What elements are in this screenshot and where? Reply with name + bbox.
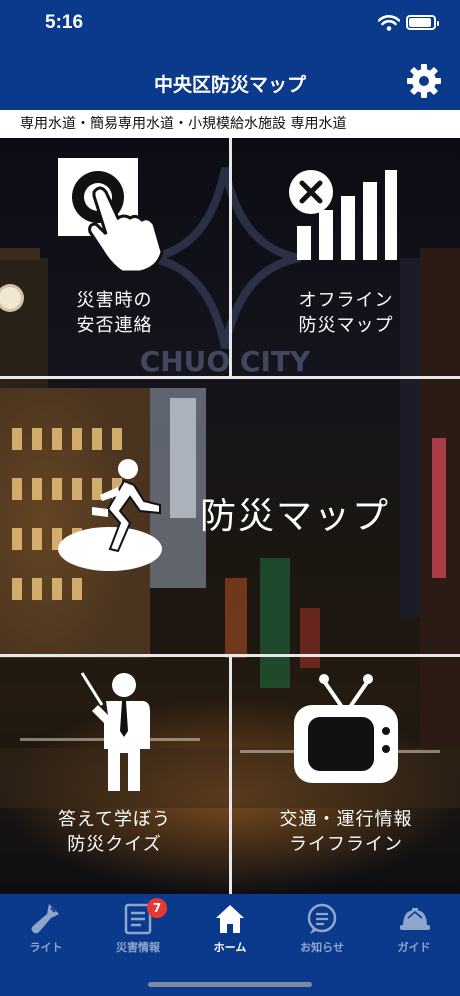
tab-home[interactable]: ホーム [184,894,276,966]
gear-icon[interactable] [405,62,443,100]
tab-light[interactable]: ライト [0,894,92,966]
tile-label: 交通・運行情報 ライフライン [232,807,460,857]
tab-label: ホーム [213,941,247,954]
tile-label: オフライン 防災マップ [232,288,460,338]
evacuation-run-icon [58,459,162,571]
tab-bar: ライト 7 災害情報 ホーム お知らせ ガイド [0,894,460,996]
home-icon [216,905,244,933]
news-ticker[interactable]: 専用水道・簡易専用水道・小規模給水施設 専用水道 [0,110,460,138]
nav-bar: 中央区防災マップ [0,52,460,110]
tab-disaster-info[interactable]: 7 災害情報 [92,894,184,966]
no-signal-icon [289,170,397,260]
helmet-icon [400,908,430,930]
touch-button-icon [58,158,164,274]
tile-safety-confirmation[interactable]: 災害時の 安否連絡 [0,138,229,376]
tile-offline-map[interactable]: オフライン 防災マップ [232,138,460,376]
tile-label-line: ライフライン [289,834,403,855]
status-time: 5:16 [45,12,84,33]
tab-label: ライト [29,941,63,954]
home-menu: CHUO CITY 災害時の 安否連絡 オフライン 防災マップ 防災マップ 答え… [0,138,460,894]
tab-guide[interactable]: ガイド [368,894,460,966]
tile-label-line: 答えて学ぼう [57,809,172,830]
tile-label-line: 交通・運行情報 [279,809,413,830]
battery-icon [406,15,439,30]
tile-disaster-quiz[interactable]: 答えて学ぼう 防災クイズ [0,657,229,894]
home-indicator[interactable] [148,982,312,987]
tile-disaster-map[interactable]: 防災マップ [0,379,460,654]
tile-label-line: 防災クイズ [67,834,162,855]
wifi-icon [378,15,400,31]
tab-label: ガイド [397,941,431,954]
television-icon [294,674,398,783]
tab-label: お知らせ [300,941,344,954]
flashlight-icon [31,904,59,934]
notification-badge: 7 [147,898,167,918]
chat-bubble-icon [307,903,337,934]
tile-label-line: 災害時の [76,290,153,311]
status-bar: 5:16 [0,0,460,52]
tile-label-line: 安否連絡 [76,315,153,336]
tile-label-line: オフライン [298,290,394,311]
tile-label-line: 防災マップ [298,315,394,336]
tab-notices[interactable]: お知らせ [276,894,368,966]
teacher-pointer-icon [80,672,150,791]
tile-label: 災害時の 安否連絡 [0,288,229,338]
tile-label: 防災マップ [200,496,391,537]
tile-traffic-lifeline[interactable]: 交通・運行情報 ライフライン [232,657,460,894]
tab-label: 災害情報 [116,941,160,954]
page-title: 中央区防災マップ [153,74,306,96]
tile-label: 答えて学ぼう 防災クイズ [0,807,229,857]
